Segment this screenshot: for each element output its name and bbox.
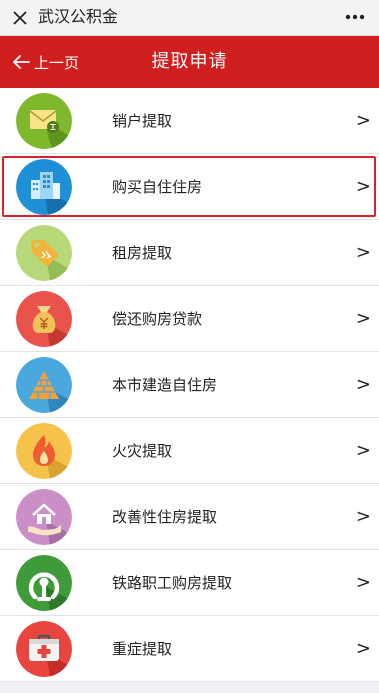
list-item-railway-staff[interactable]: 铁路职工购房提取 > bbox=[0, 550, 379, 616]
list-item-label: 偿还购房贷款 bbox=[112, 310, 203, 328]
list-item-self-build[interactable]: 本市建造自住房 > bbox=[0, 352, 379, 418]
list-item-label: 重症提取 bbox=[112, 640, 173, 658]
list-item-label: 火灾提取 bbox=[112, 442, 173, 460]
chevron-right-icon: > bbox=[355, 176, 371, 197]
list-item-improve-housing[interactable]: 改善性住房提取 > bbox=[0, 484, 379, 550]
chevron-right-icon: > bbox=[355, 110, 371, 131]
chevron-right-icon: > bbox=[355, 506, 371, 527]
list-item-label: 租房提取 bbox=[112, 244, 173, 262]
list-item-account-closure[interactable]: 销户提取 > bbox=[0, 88, 379, 154]
page-header: 上一页 提取申请 bbox=[0, 36, 379, 88]
chevron-right-icon: > bbox=[355, 242, 371, 263]
medical-kit-icon bbox=[16, 621, 72, 677]
price-tag-icon bbox=[16, 225, 72, 281]
list-item-serious-illness[interactable]: 重症提取 > bbox=[0, 616, 379, 682]
brick-house-icon bbox=[16, 357, 72, 413]
list-item-label: 铁路职工购房提取 bbox=[112, 574, 233, 592]
chevron-right-icon: > bbox=[355, 308, 371, 329]
railway-logo-icon bbox=[16, 555, 72, 611]
list-item-rent[interactable]: 租房提取 > bbox=[0, 220, 379, 286]
page-title: 提取申请 bbox=[151, 51, 228, 72]
chevron-right-icon: > bbox=[355, 638, 371, 659]
list-item-label: 改善性住房提取 bbox=[112, 508, 218, 526]
building-icon bbox=[16, 159, 72, 215]
fire-icon bbox=[16, 423, 72, 479]
list-item-repay-loan[interactable]: 偿还购房贷款 > bbox=[0, 286, 379, 352]
chevron-right-icon: > bbox=[355, 374, 371, 395]
chevron-right-icon: > bbox=[355, 440, 371, 461]
envelope-icon bbox=[16, 93, 72, 149]
withdrawal-type-list: 销户提取 > 购买自住住房 > 租房提取 > 偿还购房贷款 > 本市建造自住房 … bbox=[0, 88, 379, 682]
list-item-buy-home[interactable]: 购买自住住房 > bbox=[0, 154, 379, 220]
house-in-hand-icon bbox=[16, 489, 72, 545]
wechat-title-bar: 武汉公积金 bbox=[0, 0, 379, 36]
more-icon[interactable] bbox=[341, 5, 369, 29]
list-item-fire[interactable]: 火灾提取 > bbox=[0, 418, 379, 484]
money-bag-icon bbox=[16, 291, 72, 347]
close-icon[interactable] bbox=[9, 7, 31, 29]
window-title: 武汉公积金 bbox=[38, 7, 119, 26]
chevron-right-icon: > bbox=[355, 572, 371, 593]
list-item-label: 销户提取 bbox=[112, 112, 173, 130]
list-item-label: 购买自住住房 bbox=[112, 178, 203, 196]
list-item-label: 本市建造自住房 bbox=[112, 376, 218, 394]
